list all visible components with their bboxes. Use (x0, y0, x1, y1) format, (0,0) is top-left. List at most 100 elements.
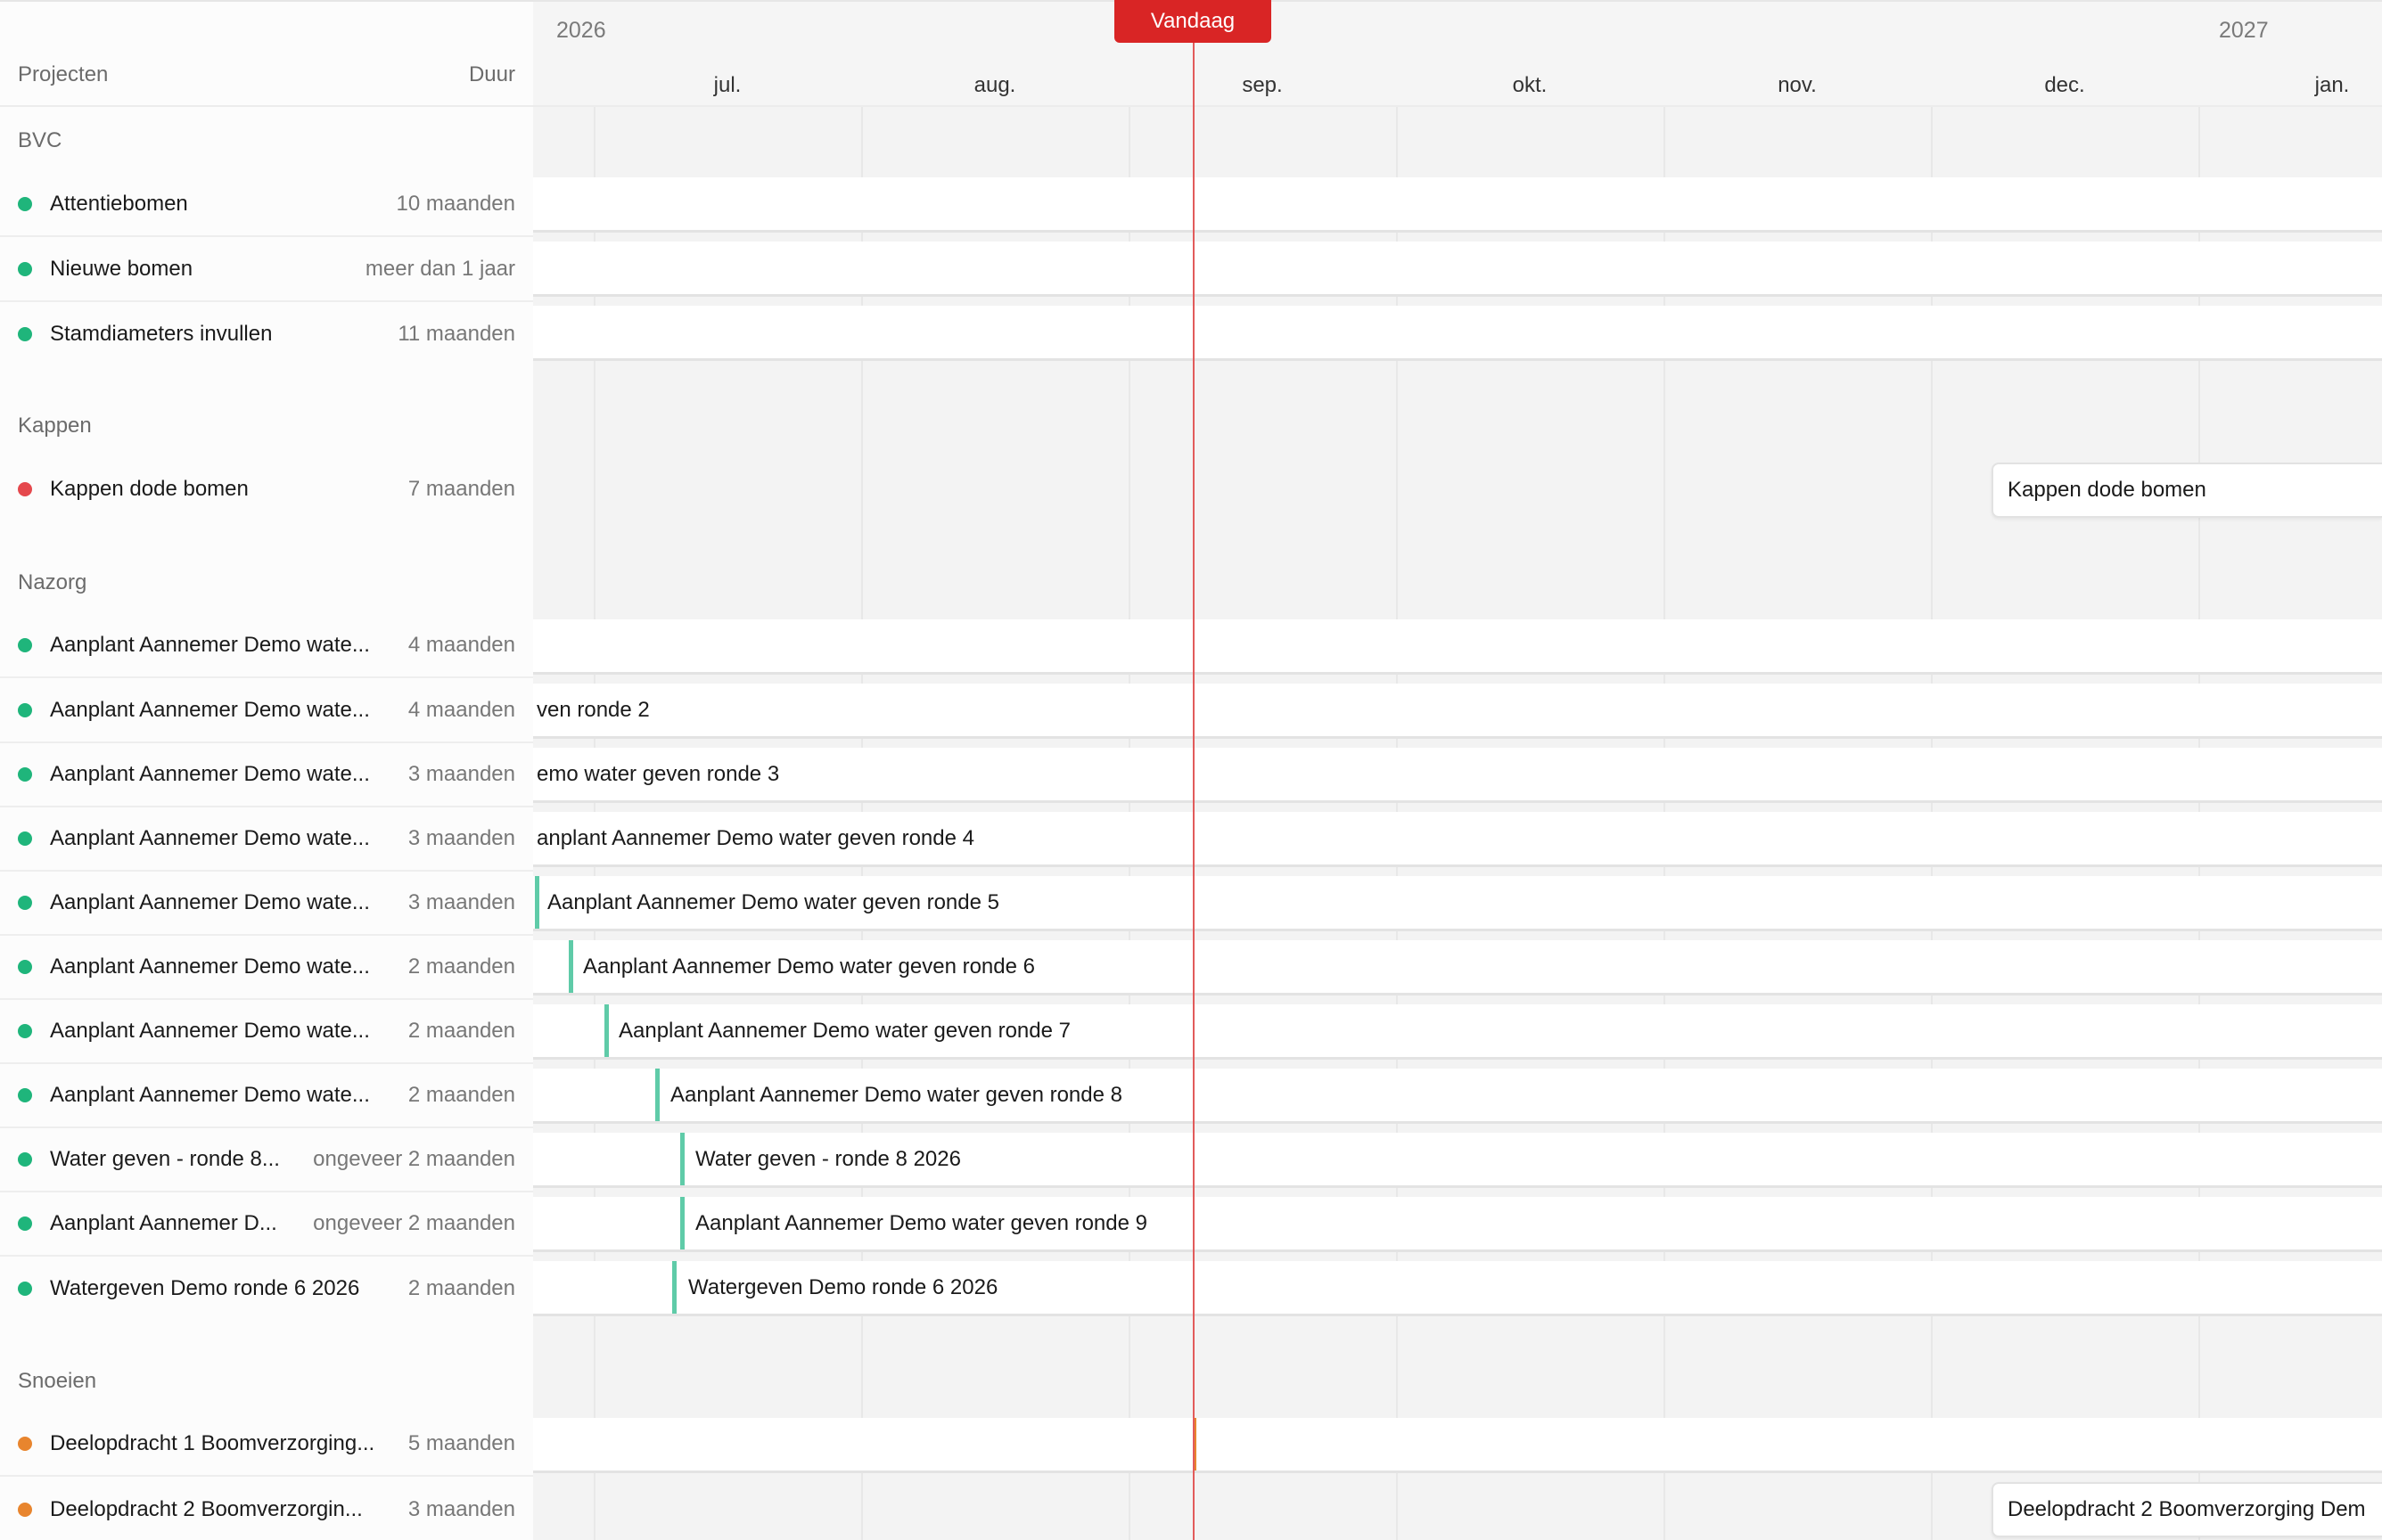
gantt-bar-deelopdracht-1[interactable] (533, 1418, 2382, 1473)
gantt-bar-label: Kappen dode bomen (2008, 478, 2206, 502)
project-duration: 3 maanden (407, 826, 515, 850)
project-row[interactable]: Kappen dode bomen 7 maanden (0, 457, 533, 521)
gantt-bar-nazorg-8[interactable]: Aanplant Aannemer Demo water geven ronde… (533, 1069, 2382, 1124)
gantt-bar-label: Aanplant Aannemer Demo water geven ronde… (695, 1211, 1147, 1235)
status-dot (18, 1024, 32, 1038)
project-name: Aanplant Aannemer Demo wate... (50, 954, 370, 979)
status-dot (18, 1216, 32, 1231)
project-duration: 3 maanden (407, 890, 515, 914)
status-dot (18, 482, 32, 496)
bar-start-handle[interactable] (672, 1261, 677, 1314)
gantt-bar-label: Water geven - ronde 8 2026 (695, 1147, 961, 1171)
project-row[interactable]: Aanplant Aannemer Demo wate... 4 maanden (0, 679, 533, 743)
status-dot (18, 197, 32, 211)
projects-column-header[interactable]: Projecten (18, 62, 108, 87)
gantt-bar-nazorg-5[interactable]: Aanplant Aannemer Demo water geven ronde… (533, 876, 2382, 931)
year-label-2026: 2026 (556, 18, 606, 43)
bar-start-handle[interactable] (569, 940, 573, 993)
status-dot (18, 767, 32, 782)
bar-start-handle[interactable] (604, 1004, 609, 1057)
timeline-header: 2026 2027 jul. aug. sep. okt. nov. dec. … (533, 0, 2382, 107)
month-label-dec: dec. (2044, 73, 2085, 97)
group-label-nazorg: Nazorg (18, 570, 87, 594)
gantt-bar-watergeven-ronde-6[interactable]: Watergeven Demo ronde 6 2026 (533, 1261, 2382, 1316)
bar-start-handle[interactable] (535, 876, 539, 929)
gantt-bar-label: ven ronde 2 (537, 698, 650, 722)
month-label-nov: nov. (1778, 73, 1817, 97)
project-name: Kappen dode bomen (50, 477, 249, 501)
status-dot (18, 327, 32, 341)
project-row[interactable]: Aanplant Aannemer Demo wate... 3 maanden (0, 807, 533, 872)
project-list-header: Projecten Duur (0, 0, 533, 107)
gantt-bar-kappen-dode-bomen[interactable]: Kappen dode bomen (1992, 463, 2382, 518)
project-row[interactable]: Attentiebomen 10 maanden (0, 173, 533, 237)
project-row[interactable]: Watergeven Demo ronde 6 2026 2 maanden (0, 1257, 533, 1321)
gantt-bar-label: Aanplant Aannemer Demo water geven ronde… (583, 954, 1035, 979)
project-name: Nieuwe bomen (50, 257, 193, 281)
status-dot (18, 960, 32, 974)
gantt-bar-nazorg-6[interactable]: Aanplant Aannemer Demo water geven ronde… (533, 940, 2382, 995)
status-dot (18, 1282, 32, 1296)
duration-column-header[interactable]: Duur (469, 62, 515, 87)
status-dot (18, 1088, 32, 1102)
project-row[interactable]: Nieuwe bomen meer dan 1 jaar (0, 238, 533, 302)
month-label-jul: jul. (713, 73, 742, 97)
status-dot (18, 638, 32, 652)
month-label-sep: sep. (1242, 73, 1283, 97)
group-label-kappen: Kappen (18, 414, 92, 438)
project-row[interactable]: Aanplant Aannemer Demo wate... 2 maanden (0, 1000, 533, 1064)
month-label-aug: aug. (973, 73, 1016, 97)
project-row[interactable]: Deelopdracht 2 Boomverzorgin... 3 maande… (0, 1478, 533, 1540)
gantt-bar-nazorg-9[interactable]: Aanplant Aannemer Demo water geven ronde… (533, 1197, 2382, 1252)
gantt-bar-water-geven-ronde-8[interactable]: Water geven - ronde 8 2026 (533, 1133, 2382, 1188)
project-name: Aanplant Aannemer Demo wate... (50, 890, 370, 914)
gantt-bar-label: Watergeven Demo ronde 6 2026 (688, 1275, 998, 1299)
project-row[interactable]: Stamdiameters invullen 11 maanden (0, 302, 533, 366)
gantt-bar-attentiebomen[interactable] (533, 177, 2382, 233)
project-duration: 2 maanden (407, 1083, 515, 1107)
status-dot (18, 703, 32, 717)
gantt-bar-nazorg-4[interactable]: anplant Aannemer Demo water geven ronde … (533, 812, 2382, 867)
today-marker[interactable]: Vandaag (1114, 0, 1271, 43)
project-name: Aanplant Aannemer Demo wate... (50, 826, 370, 850)
gantt-bar-label: Deelopdracht 2 Boomverzorging Dem (2008, 1497, 2366, 1521)
project-duration: 2 maanden (407, 1276, 515, 1300)
status-dot (18, 1503, 32, 1517)
project-row[interactable]: Deelopdracht 1 Boomverzorging... 5 maand… (0, 1413, 533, 1477)
project-duration: 2 maanden (407, 1019, 515, 1043)
gantt-bar-label: Aanplant Aannemer Demo water geven ronde… (547, 890, 999, 914)
gantt-bar-nieuwe-bomen[interactable] (533, 242, 2382, 297)
project-name: Aanplant Aannemer Demo wate... (50, 633, 370, 657)
project-row[interactable]: Aanplant Aannemer Demo wate... 4 maanden (0, 614, 533, 678)
gantt-bar-deelopdracht-2[interactable]: Deelopdracht 2 Boomverzorging Dem (1992, 1482, 2382, 1537)
bar-start-handle[interactable] (680, 1133, 685, 1185)
bar-start-handle[interactable] (680, 1197, 685, 1249)
project-duration: 4 maanden (407, 698, 515, 722)
bar-start-handle[interactable] (655, 1069, 660, 1121)
project-list-panel: Projecten Duur BVC Attentiebomen 10 maan… (0, 0, 533, 1540)
gantt-bar-nazorg-1[interactable] (533, 619, 2382, 675)
project-row[interactable]: Water geven - ronde 8... ongeveer 2 maan… (0, 1128, 533, 1192)
gantt-bar-stamdiameters[interactable] (533, 306, 2382, 361)
project-name: Attentiebomen (50, 192, 188, 216)
project-name: Water geven - ronde 8... (50, 1147, 280, 1171)
project-row[interactable]: Aanplant Aannemer Demo wate... 2 maanden (0, 1064, 533, 1128)
project-duration: 10 maanden (396, 192, 515, 216)
project-duration: meer dan 1 jaar (365, 257, 515, 281)
project-row[interactable]: Aanplant Aannemer D... ongeveer 2 maande… (0, 1192, 533, 1257)
project-row[interactable]: Aanplant Aannemer Demo wate... 3 maanden (0, 872, 533, 936)
project-name: Deelopdracht 1 Boomverzorging... (50, 1431, 375, 1455)
gantt-bar-label: Aanplant Aannemer Demo water geven ronde… (670, 1083, 1122, 1107)
gantt-bar-nazorg-7[interactable]: Aanplant Aannemer Demo water geven ronde… (533, 1004, 2382, 1060)
project-row[interactable]: Aanplant Aannemer Demo wate... 3 maanden (0, 743, 533, 807)
gantt-timeline[interactable]: 2026 2027 jul. aug. sep. okt. nov. dec. … (533, 0, 2382, 1540)
project-name: Stamdiameters invullen (50, 322, 273, 346)
project-name: Watergeven Demo ronde 6 2026 (50, 1276, 360, 1300)
status-dot (18, 831, 32, 846)
month-label-okt: okt. (1512, 73, 1548, 97)
gantt-bar-nazorg-3[interactable]: emo water geven ronde 3 (533, 748, 2382, 803)
gantt-bar-nazorg-2[interactable]: ven ronde 2 (533, 684, 2382, 739)
project-row[interactable]: Aanplant Aannemer Demo wate... 2 maanden (0, 936, 533, 1000)
project-name: Aanplant Aannemer Demo wate... (50, 698, 370, 722)
project-duration: 3 maanden (407, 1497, 515, 1521)
